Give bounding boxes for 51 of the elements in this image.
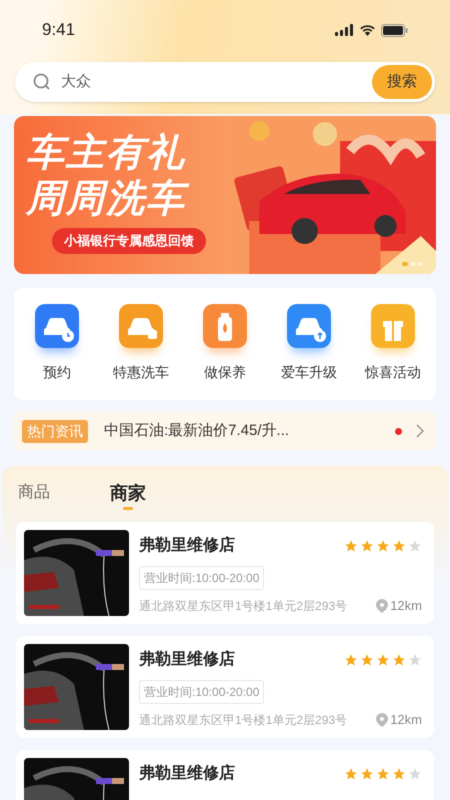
star-icon: [344, 653, 358, 667]
promo-banner[interactable]: 车主有礼 周周洗车 小福银行专属感恩回馈: [14, 116, 436, 274]
service-label[interactable]: 做保养: [204, 362, 246, 383]
shop-name: 弗勒里维修店: [139, 535, 235, 556]
shop-address: 通北路双星东区甲1号楼1单元2层293号: [139, 712, 348, 729]
star-icon: [392, 653, 406, 667]
star-icon: [408, 767, 422, 781]
star-icon: [376, 539, 390, 553]
service-label[interactable]: 爱车升级: [281, 362, 337, 383]
business-hours-tag: 营业时间:10:00-20:00: [139, 566, 264, 590]
distance: 12km: [390, 711, 422, 729]
shop-card[interactable]: 弗勒里维修店: [16, 750, 434, 800]
signal-icon: [335, 24, 354, 36]
tab[interactable]: 商家: [110, 481, 146, 510]
chevron-right-icon: [416, 424, 424, 438]
star-icon: [344, 767, 358, 781]
search-field[interactable]: 大众 搜索: [15, 62, 435, 102]
tab[interactable]: 商品: [18, 481, 50, 510]
star-icon: [376, 653, 390, 667]
shop-name: 弗勒里维修店: [139, 649, 235, 670]
star-icon: [376, 767, 390, 781]
star-icon: [360, 539, 374, 553]
star-icon: [408, 653, 422, 667]
star-icon: [392, 539, 406, 553]
shop-card[interactable]: 弗勒里维修店 营业时间:10:00-20:00 通北路双星东区甲1号楼1单元2层293号 12km: [16, 522, 434, 624]
banner-tag: 小福银行专属感恩回馈: [52, 228, 206, 254]
location-pin-icon: [376, 712, 388, 727]
star-icon: [392, 767, 406, 781]
shop-card[interactable]: 弗勒里维修店 营业时间:10:00-20:00 通北路双星东区甲1号楼1单元2层293号 12km: [16, 636, 434, 738]
news-headline: 中国石油:最新油价7.45/升...: [104, 420, 290, 441]
search-icon: [33, 73, 51, 91]
hot-news-badge: 热门资讯: [22, 420, 88, 442]
shop-address: 通北路双星东区甲1号楼1单元2层293号: [139, 598, 348, 615]
business-hours-tag: 营业时间:10:00-20:00: [139, 680, 264, 704]
wifi-icon: [359, 24, 376, 36]
battery-icon: [381, 24, 408, 36]
service-label[interactable]: 预约: [43, 362, 71, 383]
star-icon: [360, 767, 374, 781]
service-label[interactable]: 惊喜活动: [365, 362, 421, 383]
shop-name: 弗勒里维修店: [139, 763, 235, 784]
status-time: 9:41: [42, 19, 76, 42]
banner-headline: 周周洗车: [26, 176, 229, 222]
location-pin-icon: [376, 598, 388, 613]
star-icon: [408, 539, 422, 553]
news-bar[interactable]: 热门资讯 中国石油:最新油价7.45/升...: [14, 412, 436, 450]
star-icon: [360, 653, 374, 667]
search-button[interactable]: 搜索: [372, 65, 432, 99]
banner-headline: 车主有礼: [26, 130, 187, 176]
distance: 12km: [390, 597, 422, 615]
service-label[interactable]: 特惠洗车: [113, 362, 169, 383]
star-icon: [344, 539, 358, 553]
